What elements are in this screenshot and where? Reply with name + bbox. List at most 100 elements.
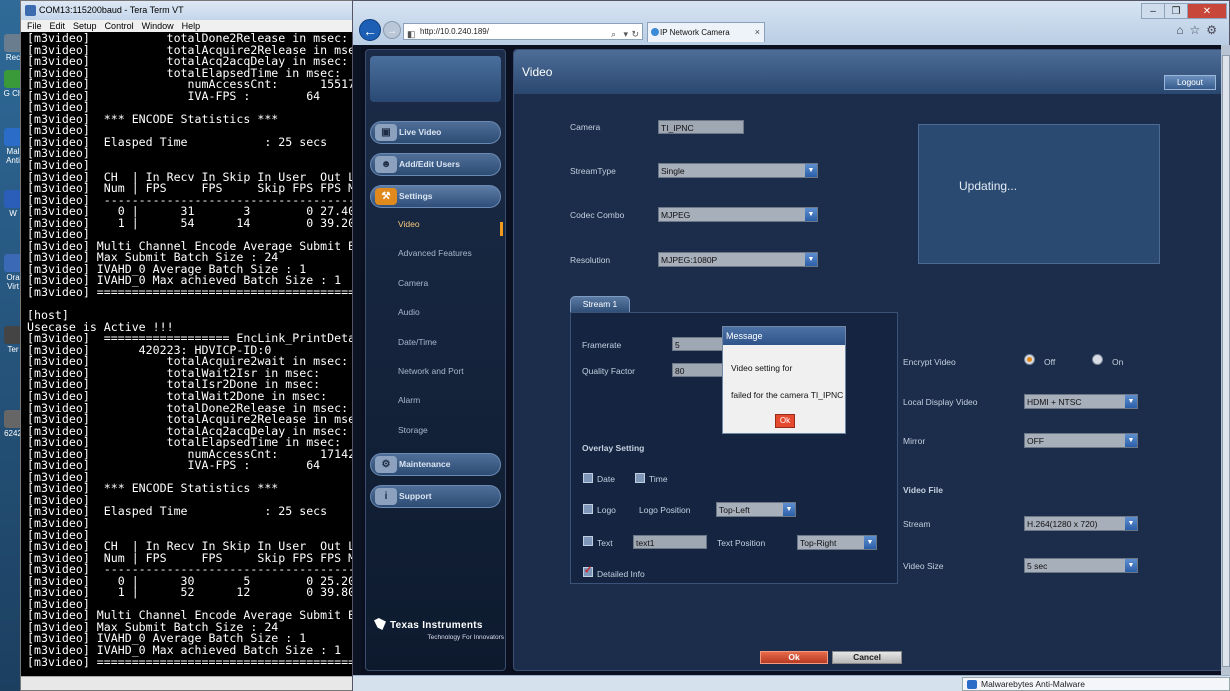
settings-subitem[interactable]: Camera	[398, 278, 428, 288]
dialog-message-line1: Video setting for	[731, 363, 793, 373]
ti-logo-icon	[374, 618, 386, 630]
encrypt-off-radio[interactable]	[1024, 354, 1035, 365]
video-file-stream-label: Stream	[903, 519, 931, 529]
window-controls: – ❐ ✕	[1141, 1, 1227, 19]
minimize-button[interactable]: –	[1141, 3, 1165, 19]
encrypt-on-radio[interactable]	[1092, 354, 1103, 365]
sidebar-item-label: Add/Edit Users	[399, 159, 460, 169]
desktop-icon-label: Rec	[5, 53, 21, 62]
tray-notification[interactable]: Malwarebytes Anti-Malware	[962, 677, 1230, 691]
teraterm-app-icon	[25, 5, 36, 16]
overlay-text-input[interactable]: text1	[633, 535, 707, 549]
tab-favicon-icon	[651, 28, 659, 36]
settings-subitem[interactable]: Video	[398, 219, 420, 229]
logo-position-label: Logo Position	[639, 505, 691, 515]
stream-type-label: StreamType	[570, 166, 616, 176]
maximize-button[interactable]: ❐	[1164, 3, 1188, 19]
terminal-line: [m3video] ==============================…	[27, 654, 357, 669]
quality-factor-label: Quality Factor	[582, 366, 635, 376]
tab-close-icon[interactable]: ×	[755, 23, 760, 42]
settings-subitem[interactable]: Date/Time	[398, 337, 437, 347]
video-file-heading: Video File	[903, 485, 943, 495]
address-bar[interactable]: ◧ http://10.0.240.189/ ⌕ ▾ ↻	[403, 23, 643, 40]
sidebar-item-settings[interactable]: ⚒ Settings	[370, 185, 501, 208]
settings-subitem[interactable]: Audio	[398, 307, 420, 317]
sidebar-item-label: Support	[399, 491, 432, 501]
stream-type-select[interactable]: Single ▼	[658, 163, 818, 178]
home-icon[interactable]: ⌂	[1176, 23, 1189, 37]
sidebar-item-support[interactable]: i Support	[370, 485, 501, 508]
teraterm-menu-item[interactable]: Control	[105, 21, 134, 31]
ti-logo: Texas Instruments Technology For Innovat…	[374, 618, 504, 641]
maintenance-icon: ⚙	[375, 456, 397, 473]
chevron-down-icon: ▼	[805, 208, 817, 221]
favorites-icon[interactable]: ☆	[1189, 23, 1206, 37]
resolution-select[interactable]: MJPEG:1080P ▼	[658, 252, 818, 267]
codec-combo-select[interactable]: MJPEG ▼	[658, 207, 818, 222]
logo-position-value: Top-Left	[719, 505, 750, 515]
sidebar-item-add-edit-users[interactable]: ☻ Add/Edit Users	[370, 153, 501, 176]
teraterm-menu-item[interactable]: Window	[142, 21, 174, 31]
video-size-select[interactable]: 5 sec ▼	[1024, 558, 1138, 573]
refresh-icon[interactable]: ↻	[631, 27, 639, 42]
scrollbar-thumb[interactable]	[1222, 55, 1230, 667]
mirror-select[interactable]: OFF ▼	[1024, 433, 1138, 448]
settings-subitem[interactable]: Advanced Features	[398, 248, 472, 258]
close-button[interactable]: ✕	[1187, 3, 1227, 19]
encrypt-on-label: On	[1112, 357, 1124, 367]
resolution-value: MJPEG:1080P	[661, 255, 718, 265]
terminal-output[interactable]: [m3video] totalDone2Release in msec: [m3v…	[27, 33, 357, 676]
settings-subitem[interactable]: Network and Port	[398, 366, 464, 376]
text-position-select[interactable]: Top-Right ▼	[797, 535, 877, 550]
forward-button[interactable]: →	[383, 21, 401, 39]
video-file-stream-select[interactable]: H.264(1280 x 720) ▼	[1024, 516, 1138, 531]
desktop-icon-label: Ora Virt	[6, 273, 20, 291]
logo-position-select[interactable]: Top-Left ▼	[716, 502, 796, 517]
ok-button[interactable]: Ok	[760, 651, 828, 664]
teraterm-menu-item[interactable]: Edit	[50, 21, 66, 31]
settings-subitem[interactable]: Alarm	[398, 395, 420, 405]
date-checkbox[interactable]	[583, 473, 593, 483]
terminal-line: [m3video] ==============================…	[27, 285, 357, 300]
video-size-label: Video Size	[903, 561, 944, 571]
camera-name-input[interactable]: TI_IPNC	[658, 120, 744, 134]
encrypt-video-label: Encrypt Video	[903, 357, 956, 367]
terminal-horizontal-scrollbar[interactable]	[21, 676, 357, 690]
video-file-stream-value: H.264(1280 x 720)	[1027, 519, 1098, 529]
teraterm-menu-item[interactable]: File	[27, 21, 42, 31]
local-display-label: Local Display Video	[903, 397, 978, 407]
detailed-info-checkbox[interactable]	[583, 565, 593, 577]
local-display-select[interactable]: HDMI + NTSC ▼	[1024, 394, 1138, 409]
teraterm-menu-item[interactable]: Setup	[73, 21, 97, 31]
dropdown-icon[interactable]: ▾	[623, 27, 628, 42]
teraterm-menubar: File Edit Setup Control Window Help	[21, 20, 357, 32]
dialog-ok-button[interactable]: Ok	[775, 414, 795, 428]
browser-tools: ⌂☆⚙	[1176, 23, 1223, 37]
gear-icon[interactable]: ⚙	[1206, 23, 1223, 37]
tab-stream-1[interactable]: Stream 1	[570, 296, 630, 312]
desktop-icon-label: W	[9, 209, 17, 218]
quality-factor-input[interactable]: 80	[672, 363, 724, 377]
logo-checkbox[interactable]	[583, 504, 593, 514]
cancel-button[interactable]: Cancel	[832, 651, 902, 664]
teraterm-menu-item[interactable]: Help	[182, 21, 201, 31]
time-checkbox[interactable]	[635, 473, 645, 483]
page-title: Video	[522, 65, 553, 79]
users-icon: ☻	[375, 156, 397, 173]
search-icon[interactable]: ⌕	[611, 27, 616, 42]
text-checkbox[interactable]	[583, 536, 593, 546]
teraterm-titlebar[interactable]: COM13:115200baud - Tera Term VT	[21, 1, 357, 20]
back-button[interactable]: ←	[359, 19, 381, 41]
sidebar-item-maintenance[interactable]: ⚙ Maintenance	[370, 453, 501, 476]
browser-toolbar: – ❐ ✕ ← → ◧ http://10.0.240.189/ ⌕ ▾ ↻ IP …	[353, 1, 1229, 56]
browser-tab[interactable]: IP Network Camera Referen... ×	[647, 22, 765, 56]
settings-subitem[interactable]: Storage	[398, 425, 428, 435]
page-vertical-scrollbar[interactable]	[1221, 45, 1230, 681]
framerate-select[interactable]: 5	[672, 337, 724, 351]
resolution-label: Resolution	[570, 255, 611, 265]
sidebar-item-live-video[interactable]: ▣ Live Video	[370, 121, 501, 144]
stream-type-value: Single	[661, 166, 685, 176]
logout-button[interactable]: Logout	[1164, 75, 1216, 90]
malwarebytes-icon	[967, 680, 977, 689]
